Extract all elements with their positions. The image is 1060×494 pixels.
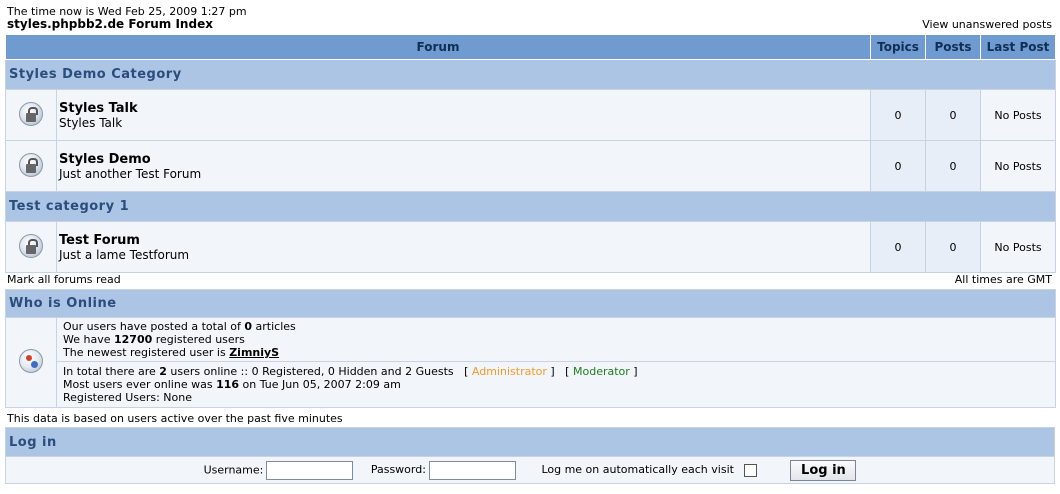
login-table: Log in Username: Password: Log me on aut… (5, 427, 1055, 484)
forum-last-post: No Posts (980, 140, 1057, 192)
login-button[interactable]: Log in (790, 459, 857, 481)
locked-forum-icon (19, 152, 43, 177)
administrator-legend: Administrator (471, 365, 547, 378)
forum-posts-count: 0 (925, 140, 982, 192)
stats-newest-user: The newest registered user is ZimniyS (63, 346, 280, 359)
forum-index-link[interactable]: styles.phpbb2.de Forum Index (7, 17, 213, 31)
locked-forum-icon (19, 101, 43, 126)
category-name[interactable]: Styles Demo Category (9, 67, 182, 82)
forum-topics-count: 0 (870, 221, 927, 273)
stats-users: We have 12700 registered users (63, 333, 245, 346)
username-label: Username: (203, 463, 264, 476)
forum-row: Styles Demo Just another Test Forum 0 0 N… (5, 140, 1057, 192)
view-unanswered-link[interactable]: View unanswered posts (922, 18, 1052, 31)
auto-login-label: Log me on automatically each visit (541, 463, 734, 476)
moderator-legend: Moderator (572, 365, 630, 378)
users-online-icon (19, 349, 43, 373)
login-title[interactable]: Log in (9, 435, 57, 450)
forum-topics-count: 0 (870, 140, 927, 192)
forum-posts-count: 0 (925, 89, 982, 141)
auto-login-checkbox[interactable] (743, 463, 757, 477)
forum-last-post: No Posts (980, 221, 1057, 273)
data-note: This data is based on users active over … (7, 412, 343, 425)
forum-description: Just another Test Forum (59, 166, 202, 181)
password-input[interactable] (428, 460, 516, 480)
locked-forum-icon (19, 233, 43, 258)
registered-users-line: Registered Users: None (63, 391, 192, 404)
category-row[interactable]: Styles Demo Category (4, 59, 1057, 90)
forum-description: Just a lame Testforum (59, 247, 190, 262)
forum-name-link[interactable]: Styles Talk (59, 101, 870, 116)
forum-description: Styles Talk (59, 115, 123, 130)
mark-all-read-link[interactable]: Mark all forums read (7, 273, 121, 286)
online-now-line: In total there are 2 users online :: 0 R… (63, 365, 638, 378)
who-is-online-header: Who is Online (5, 289, 1056, 318)
most-online-line: Most users ever online was 116 on Tue Ju… (63, 378, 401, 391)
login-header: Log in (5, 427, 1055, 457)
column-header-topics: Topics (870, 34, 927, 60)
forum-posts-count: 0 (925, 221, 982, 273)
column-header-posts: Posts (925, 34, 982, 60)
category-name[interactable]: Test category 1 (9, 199, 129, 214)
username-input[interactable] (266, 460, 354, 480)
forum-row: Test Forum Just a lame Testforum 0 0 No P… (5, 221, 1057, 273)
column-header-forum: Forum (4, 34, 872, 60)
who-is-online-table: Who is Online Our users have posted a to… (5, 289, 1056, 408)
timezone-note: All times are GMT (954, 273, 1052, 286)
forum-row: Styles Talk Styles Talk 0 0 No Posts (5, 89, 1057, 141)
who-is-online-title[interactable]: Who is Online (9, 296, 117, 311)
forum-last-post: No Posts (980, 89, 1057, 141)
forum-topics-count: 0 (870, 89, 927, 141)
password-label: Password: (370, 463, 426, 476)
column-header-last-post: Last Post (980, 34, 1057, 60)
login-form: Username: Password: Log me on automatica… (5, 456, 1055, 484)
forum-table: Forum Topics Posts Last Post Styles Demo… (4, 34, 1057, 273)
newest-user-link[interactable]: ZimniyS (229, 346, 279, 359)
stats-articles: Our users have posted a total of 0 artic… (63, 320, 296, 333)
forum-name-link[interactable]: Styles Demo (59, 152, 870, 167)
category-row[interactable]: Test category 1 (4, 191, 1057, 222)
forum-name-link[interactable]: Test Forum (59, 233, 870, 248)
